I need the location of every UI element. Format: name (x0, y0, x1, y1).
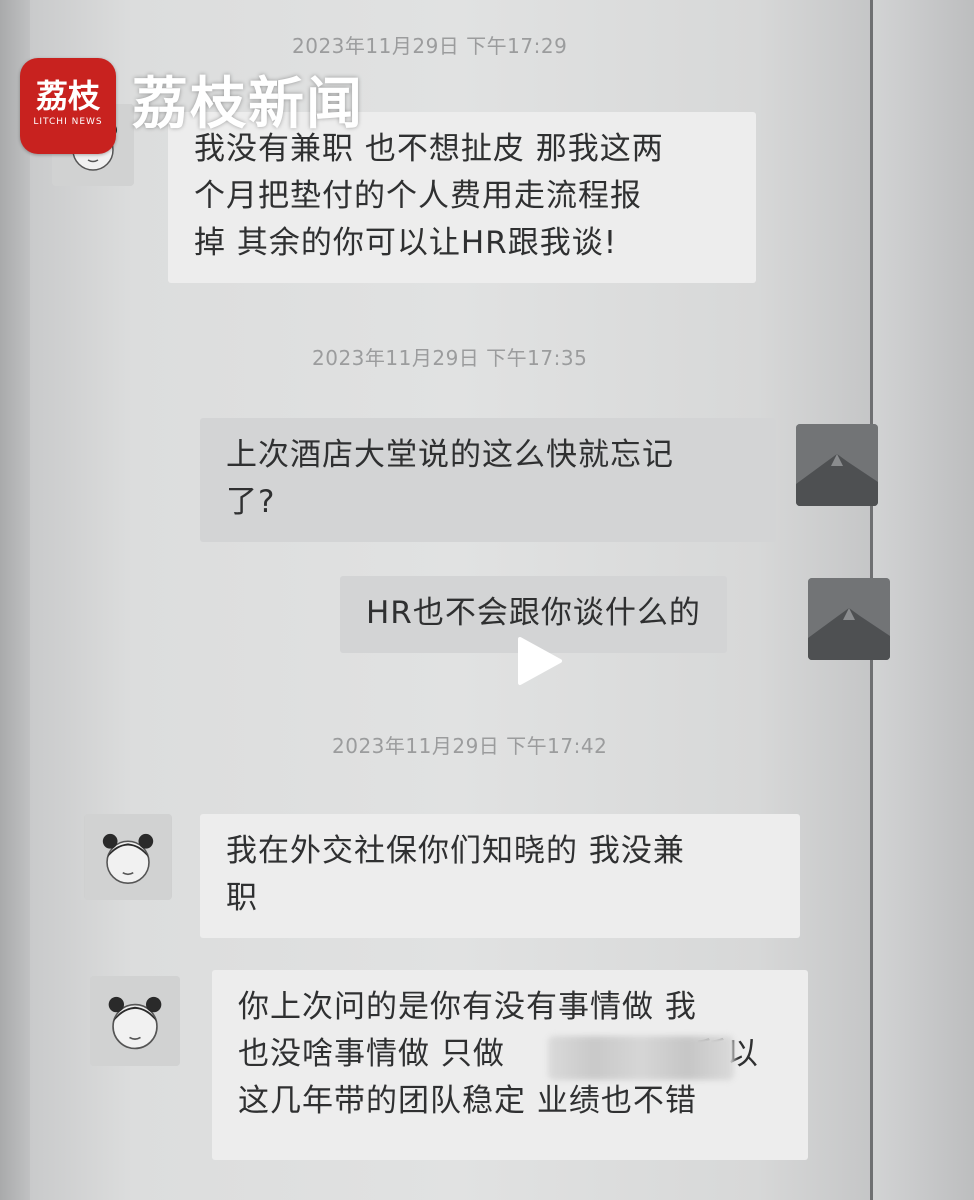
message-line: 个月把垫付的个人费用走流程报 (194, 178, 642, 214)
avatar-girl-icon (85, 814, 171, 900)
message-line: 掉 其余的你可以让HR跟我谈! (194, 225, 618, 261)
play-icon[interactable] (512, 635, 564, 687)
message-fragment: 也没啥事情做 只做 (238, 1036, 505, 1072)
message-line: 你上次问的是你有没有事情做 我 (238, 989, 697, 1025)
message-line: HR也不会跟你谈什么的 (366, 595, 701, 631)
self-avatar (808, 578, 890, 660)
timestamp: 2023年11月29日 下午17:35 (312, 346, 588, 370)
timestamp: 2023年11月29日 下午17:42 (332, 734, 608, 758)
timestamp: 2023年11月29日 下午17:29 (292, 34, 568, 58)
message-line: 这几年带的团队稳定 业绩也不错 (238, 1083, 697, 1119)
mountain-avatar-icon (796, 424, 878, 506)
message-line: 上次酒店大堂说的这么快就忘记 (226, 437, 674, 473)
avatar-girl-icon (90, 976, 180, 1066)
message-line: 职 (226, 880, 258, 916)
message-bubble: 我在外交社保你们知晓的 我没兼 职 (200, 814, 800, 938)
contact-avatar (90, 976, 180, 1066)
message-bubble-self: 上次酒店大堂说的这么快就忘记 了? (200, 418, 776, 542)
litchi-news-logo: 荔枝 LITCHI NEWS (20, 58, 116, 154)
message-line: 了? (226, 484, 276, 520)
logo-subtext: LITCHI NEWS (33, 117, 103, 127)
self-avatar (796, 424, 878, 506)
mountain-avatar-icon (808, 578, 890, 660)
message-line: 我在外交社保你们知晓的 我没兼 (226, 833, 685, 869)
logo-mark: 荔枝 (35, 77, 100, 115)
redaction-blur (548, 1036, 734, 1080)
brand-name: 荔枝新闻 (132, 72, 364, 137)
contact-avatar (84, 814, 172, 900)
